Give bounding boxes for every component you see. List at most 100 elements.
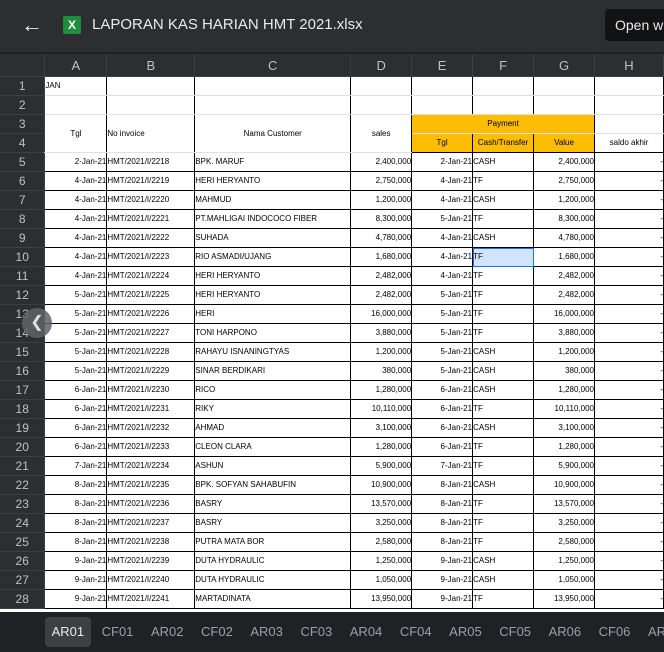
cell-saldo[interactable]: -	[594, 494, 664, 514]
cell-cash-transfer[interactable]: CASH	[472, 152, 535, 172]
header-cash-transfer[interactable]: Cash/Transfer	[472, 133, 535, 153]
cell-saldo[interactable]: -	[594, 361, 664, 381]
cell-saldo[interactable]: -	[594, 551, 664, 571]
cell-date[interactable]: 9-Jan-21	[44, 551, 108, 571]
cell-customer[interactable]: BPK. MARUF	[194, 152, 352, 172]
cell-sales[interactable]: 10,110,000	[350, 399, 413, 419]
header-value[interactable]: Value	[533, 133, 595, 153]
cell-payment-date[interactable]: 4-Jan-21	[411, 171, 474, 191]
cell[interactable]	[594, 114, 664, 134]
cell-payment-date[interactable]: 5-Jan-21	[411, 361, 474, 381]
cell[interactable]	[594, 95, 664, 115]
cell-customer[interactable]: PUTRA MATA BOR	[194, 532, 352, 552]
cell-sales[interactable]: 1,280,000	[350, 380, 413, 400]
cell[interactable]	[350, 76, 413, 96]
cell-invoice[interactable]: HMT/2021/I/2228	[106, 342, 196, 362]
sheet-tab-ar07[interactable]: AR07	[641, 617, 664, 647]
cell-value[interactable]: 2,400,000	[533, 152, 595, 172]
cell-cash-transfer[interactable]: TF	[472, 399, 535, 419]
cell-sales[interactable]: 1,680,000	[350, 247, 413, 267]
cell-invoice[interactable]: HMT/2021/I/2237	[106, 513, 196, 533]
cell-saldo[interactable]: -	[594, 589, 664, 609]
sheet-tab-ar03[interactable]: AR03	[244, 617, 290, 647]
row-header[interactable]: 2	[0, 95, 46, 115]
cell-payment-date[interactable]: 8-Jan-21	[411, 513, 474, 533]
cell-payment-date[interactable]: 9-Jan-21	[411, 551, 474, 571]
cell-date[interactable]: 8-Jan-21	[44, 475, 108, 495]
cell-cash-transfer[interactable]: TF	[472, 209, 535, 229]
cell-invoice[interactable]: HMT/2021/I/2240	[106, 570, 196, 590]
cell[interactable]	[411, 76, 474, 96]
row-header[interactable]: 5	[0, 152, 46, 172]
cell-payment-date[interactable]: 7-Jan-21	[411, 456, 474, 476]
cell-saldo[interactable]: -	[594, 532, 664, 552]
cell-cash-transfer[interactable]: TF	[472, 323, 535, 343]
cell-cash-transfer[interactable]: CASH	[472, 418, 535, 438]
cell[interactable]	[106, 95, 196, 115]
cell-invoice[interactable]: HMT/2021/I/2232	[106, 418, 196, 438]
row-header[interactable]: 17	[0, 380, 46, 400]
cell-payment-date[interactable]: 2-Jan-21	[411, 152, 474, 172]
cell-customer[interactable]: AHMAD	[194, 418, 352, 438]
sheet-tab-ar05[interactable]: AR05	[443, 617, 489, 647]
cell-date[interactable]: 8-Jan-21	[44, 494, 108, 514]
cell[interactable]	[472, 95, 535, 115]
header-sales[interactable]: sales	[350, 114, 413, 153]
cell-invoice[interactable]: HMT/2021/I/2225	[106, 285, 196, 305]
cell-customer[interactable]: DUTA HYDRAULIC	[194, 570, 352, 590]
sheet-tab-cf04[interactable]: CF04	[393, 617, 439, 647]
cell[interactable]	[533, 76, 595, 96]
cell-invoice[interactable]: HMT/2021/I/2238	[106, 532, 196, 552]
cell-payment-date[interactable]: 5-Jan-21	[411, 209, 474, 229]
cell-customer[interactable]: HERI	[194, 304, 352, 324]
cell[interactable]	[411, 95, 474, 115]
cell-invoice[interactable]: HMT/2021/I/2219	[106, 171, 196, 191]
chevron-left-icon[interactable]: ❮	[22, 308, 52, 338]
header-saldo-akhir[interactable]: saldo akhir	[594, 133, 664, 153]
cell-customer[interactable]: BPK. SOFYAN SAHABUFIN	[194, 475, 352, 495]
cell-date[interactable]: 8-Jan-21	[44, 532, 108, 552]
row-header[interactable]: 9	[0, 228, 46, 248]
cell-cash-transfer[interactable]: CASH	[472, 380, 535, 400]
sheet-tab-ar06[interactable]: AR06	[542, 617, 588, 647]
cell-customer[interactable]: BASRY	[194, 513, 352, 533]
cell-value[interactable]: 1,050,000	[533, 570, 595, 590]
cell-invoice[interactable]: HMT/2021/I/2236	[106, 494, 196, 514]
cell[interactable]	[594, 76, 664, 96]
cell-saldo[interactable]: -	[594, 418, 664, 438]
cell-cash-transfer[interactable]: TF	[472, 171, 535, 191]
cell-cash-transfer[interactable]: TF	[472, 513, 535, 533]
sheet-tab-ar04[interactable]: AR04	[343, 617, 389, 647]
cell-invoice[interactable]: HMT/2021/I/2221	[106, 209, 196, 229]
cell-cash-transfer[interactable]: TF	[472, 589, 535, 609]
cell-cash-transfer[interactable]: TF	[472, 456, 535, 476]
cell-value[interactable]: 3,880,000	[533, 323, 595, 343]
cell-sales[interactable]: 1,050,000	[350, 570, 413, 590]
cell-date[interactable]: 6-Jan-21	[44, 380, 108, 400]
cell-date[interactable]: 9-Jan-21	[44, 589, 108, 609]
cell-sales[interactable]: 2,750,000	[350, 171, 413, 191]
cell-saldo[interactable]: -	[594, 475, 664, 495]
cell-saldo[interactable]: -	[594, 209, 664, 229]
cell-value[interactable]: 1,200,000	[533, 190, 595, 210]
sheet-tab-cf06[interactable]: CF06	[592, 617, 638, 647]
cell-value[interactable]: 1,280,000	[533, 437, 595, 457]
cell-cash-transfer[interactable]: TF	[472, 266, 535, 286]
cell-payment-date[interactable]: 4-Jan-21	[411, 247, 474, 267]
cell-saldo[interactable]: -	[594, 380, 664, 400]
cell-customer[interactable]: ASHUN	[194, 456, 352, 476]
cell-payment-date[interactable]: 5-Jan-21	[411, 323, 474, 343]
cell-sales[interactable]: 1,250,000	[350, 551, 413, 571]
cell-customer[interactable]: TONI HARPONO	[194, 323, 352, 343]
cell-payment-date[interactable]: 9-Jan-21	[411, 570, 474, 590]
cell-saldo[interactable]: -	[594, 304, 664, 324]
cell-sales[interactable]: 8,300,000	[350, 209, 413, 229]
row-header[interactable]: 12	[0, 285, 46, 305]
cell-sales[interactable]: 1,280,000	[350, 437, 413, 457]
cell-value[interactable]: 3,250,000	[533, 513, 595, 533]
cell-saldo[interactable]: -	[594, 266, 664, 286]
header-nama-customer[interactable]: Nama Customer	[194, 114, 352, 153]
cell-invoice[interactable]: HMT/2021/I/2234	[106, 456, 196, 476]
column-header-h[interactable]: H	[594, 54, 664, 77]
cell-customer[interactable]: PT.MAHLIGAI INDOCOCO FIBER	[194, 209, 352, 229]
